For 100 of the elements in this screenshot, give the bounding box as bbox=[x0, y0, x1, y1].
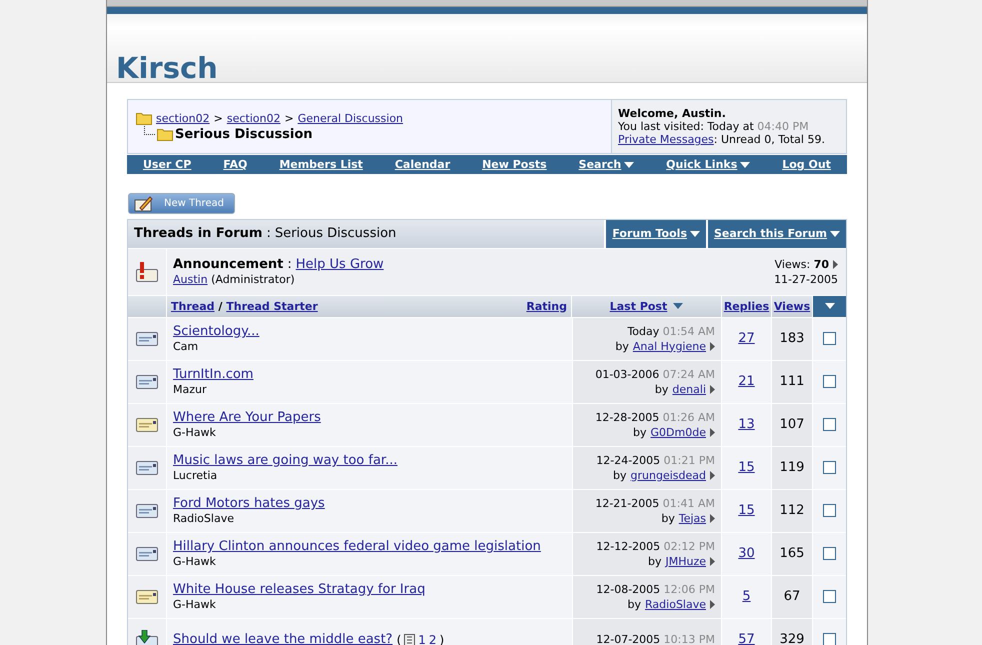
current-forum: Serious Discussion bbox=[175, 127, 313, 142]
author-link[interactable]: Austin bbox=[173, 273, 208, 286]
go-arrow-icon[interactable] bbox=[710, 428, 715, 436]
row-checkbox[interactable] bbox=[823, 547, 836, 560]
last-post-date: 12-12-2005 02:12 PM bbox=[596, 540, 715, 552]
sort-link[interactable]: Views bbox=[774, 300, 810, 312]
by-label: by bbox=[648, 554, 662, 568]
caret-icon bbox=[673, 303, 684, 309]
envelope-icon bbox=[136, 418, 158, 432]
page-link[interactable]: 1 bbox=[418, 632, 426, 645]
forum-heading: Threads in Forum bbox=[134, 226, 262, 241]
forum-menu-button[interactable]: Forum Tools bbox=[604, 220, 706, 248]
row-checkbox[interactable] bbox=[823, 461, 836, 474]
last-poster-link[interactable]: G0Dm0de bbox=[650, 426, 706, 438]
last-post-date: 12-28-2005 01:26 AM bbox=[595, 410, 715, 424]
go-arrow-icon[interactable] bbox=[710, 470, 715, 480]
envelope-icon bbox=[136, 374, 158, 388]
private-messages-link[interactable]: Private Messages bbox=[618, 133, 714, 146]
forum-name: Serious Discussion bbox=[274, 226, 396, 241]
folder-icon bbox=[136, 112, 152, 125]
reply-count-link[interactable]: 15 bbox=[738, 503, 755, 518]
thread-title-link[interactable]: Where Are Your Papers bbox=[173, 410, 321, 425]
view-count: 119 bbox=[780, 460, 804, 475]
reply-count-link[interactable]: 13 bbox=[738, 417, 755, 432]
go-arrow-icon[interactable] bbox=[710, 600, 715, 608]
last-poster-link[interactable]: grungeisdead bbox=[630, 468, 706, 482]
nav-link[interactable]: FAQ bbox=[223, 158, 248, 171]
nav-link[interactable]: Calendar bbox=[394, 158, 450, 171]
last-poster-link[interactable]: denali bbox=[672, 382, 706, 396]
last-poster-link[interactable]: Tejas bbox=[678, 512, 706, 524]
thread-starter: Lucretia bbox=[173, 469, 218, 482]
thread-title-link[interactable]: Should we leave the middle east? bbox=[173, 632, 393, 645]
sort-link[interactable]: Last Post bbox=[610, 300, 668, 312]
sort-separator: / bbox=[218, 300, 222, 312]
last-poster-link[interactable]: Anal Hygiene bbox=[632, 340, 706, 352]
pages-bracket: ( bbox=[396, 632, 402, 645]
breadcrumb-link[interactable]: General Discussion bbox=[298, 112, 404, 125]
reply-count-link[interactable]: 27 bbox=[738, 331, 755, 346]
reply-count-link[interactable]: 15 bbox=[738, 460, 755, 475]
view-count: 112 bbox=[780, 503, 804, 518]
reply-count-link[interactable]: 57 bbox=[738, 632, 755, 645]
last-post-date: 01-03-2006 07:24 AM bbox=[595, 368, 715, 380]
last-poster-link[interactable]: RadioSlave bbox=[645, 598, 706, 610]
thread-title-link[interactable]: White House releases Stratagy for Iraq bbox=[173, 582, 426, 597]
by-label: by bbox=[654, 382, 668, 396]
row-checkbox[interactable] bbox=[823, 418, 836, 431]
go-arrow-icon[interactable] bbox=[833, 260, 838, 268]
row-checkbox[interactable] bbox=[823, 633, 836, 645]
nav-link[interactable]: Search bbox=[578, 158, 634, 171]
last-post-date: 12-07-2005 10:13 PM bbox=[596, 633, 715, 645]
envelope-icon bbox=[136, 460, 158, 474]
envelope-icon bbox=[136, 546, 158, 560]
view-count: 329 bbox=[780, 632, 804, 645]
reply-count-link[interactable]: 30 bbox=[738, 546, 755, 561]
reply-count-link[interactable]: 5 bbox=[742, 589, 751, 604]
go-arrow-icon[interactable] bbox=[710, 342, 715, 350]
nav-link[interactable]: Quick Links bbox=[666, 158, 750, 171]
row-checkbox[interactable] bbox=[823, 375, 836, 388]
row-checkbox[interactable] bbox=[823, 332, 836, 345]
last-post-date: 12-21-2005 01:41 AM bbox=[595, 496, 715, 510]
envelope-icon bbox=[136, 590, 158, 604]
welcome-text: Welcome, Austin. bbox=[618, 107, 727, 120]
row-checkbox[interactable] bbox=[823, 590, 836, 603]
by-label: by bbox=[615, 340, 629, 352]
thread-title-link[interactable]: Music laws are going way too far... bbox=[173, 453, 398, 468]
announcement-label: Announcement bbox=[173, 257, 284, 272]
breadcrumb-link[interactable]: section02 bbox=[156, 112, 210, 125]
nav-link[interactable]: New Posts bbox=[482, 158, 547, 171]
by-label: by bbox=[661, 512, 675, 524]
sort-link[interactable]: Rating bbox=[526, 300, 567, 312]
thread-starter: G-Hawk bbox=[173, 598, 217, 611]
breadcrumb-separator: > bbox=[214, 112, 223, 125]
thread-title-link[interactable]: Scientology... bbox=[173, 324, 260, 339]
reply-count-link[interactable]: 21 bbox=[738, 374, 755, 389]
thread-starter: Mazur bbox=[173, 383, 208, 396]
thread-starter: Cam bbox=[173, 340, 200, 353]
announcement-icon bbox=[136, 262, 158, 282]
caret-icon bbox=[824, 303, 834, 309]
row-checkbox[interactable] bbox=[823, 504, 836, 517]
nav-link[interactable]: Log Out bbox=[782, 158, 831, 171]
go-arrow-icon[interactable] bbox=[710, 514, 715, 522]
nav-link[interactable]: Members List bbox=[279, 158, 363, 171]
sort-link[interactable]: Thread bbox=[171, 300, 215, 312]
sort-link[interactable]: Replies bbox=[724, 300, 770, 312]
go-arrow-icon[interactable] bbox=[710, 384, 715, 394]
view-count: 111 bbox=[780, 374, 804, 389]
thread-starter: RadioSlave bbox=[173, 512, 235, 525]
go-arrow-icon[interactable] bbox=[710, 556, 715, 566]
last-post-date: Today 01:54 AM bbox=[627, 324, 715, 338]
thread-title-link[interactable]: TurnItIn.com bbox=[173, 367, 254, 382]
envelope-icon bbox=[136, 332, 158, 346]
thread-title-link[interactable]: Ford Motors hates gays bbox=[173, 496, 325, 511]
last-poster-link[interactable]: JMHuze bbox=[665, 554, 706, 568]
nav-link[interactable]: User CP bbox=[142, 158, 192, 171]
announcement-link[interactable]: Help Us Grow bbox=[296, 257, 384, 272]
breadcrumb-link[interactable]: section02 bbox=[226, 112, 280, 125]
forum-menu-button[interactable]: Search this Forum bbox=[706, 220, 846, 248]
sort-link[interactable]: Thread Starter bbox=[226, 300, 318, 312]
page-link[interactable]: 2 bbox=[428, 632, 437, 645]
thread-title-link[interactable]: Hillary Clinton announces federal video game legislation bbox=[173, 539, 541, 554]
